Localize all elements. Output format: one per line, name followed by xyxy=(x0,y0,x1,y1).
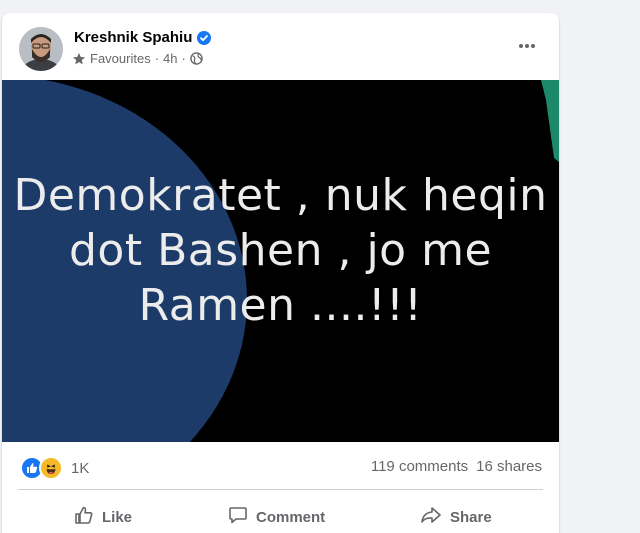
comments-count-link[interactable]: 119 comments xyxy=(371,458,468,475)
meta-separator: · xyxy=(154,51,160,66)
like-button[interactable]: Like xyxy=(74,499,132,533)
post-actions: Like Comment Share xyxy=(2,493,559,533)
post-card: Kreshnik Spahiu Favourites · 4h · Demokr… xyxy=(2,13,559,533)
comment-button[interactable]: Comment xyxy=(228,499,325,533)
post-meta: Favourites · 4h · xyxy=(72,51,203,66)
post-image-text: Demokratet , nuk heqin dot Bashen , jo m… xyxy=(2,168,559,333)
audience-label[interactable]: Favourites xyxy=(90,51,151,66)
reaction-count[interactable]: 1K xyxy=(71,460,89,477)
share-label: Share xyxy=(450,508,492,526)
verified-badge-icon xyxy=(197,30,212,45)
shares-count-link[interactable]: 16 shares xyxy=(476,458,542,475)
post-time-link[interactable]: 4h xyxy=(163,51,177,66)
more-options-button[interactable] xyxy=(515,33,539,57)
avatar[interactable] xyxy=(19,27,63,71)
image-text-line: Ramen ....!!! xyxy=(138,280,423,331)
actions-divider xyxy=(18,489,543,490)
author-name[interactable]: Kreshnik Spahiu xyxy=(74,29,192,46)
meta-separator: · xyxy=(181,51,186,66)
comment-icon xyxy=(228,505,248,529)
haha-reaction-icon xyxy=(39,456,63,480)
post-image[interactable]: Demokratet , nuk heqin dot Bashen , jo m… xyxy=(2,80,559,442)
reactions-summary[interactable]: 1K xyxy=(20,456,89,480)
like-label: Like xyxy=(102,508,133,526)
share-icon xyxy=(420,505,442,529)
share-button[interactable]: Share xyxy=(420,499,492,533)
image-text-line: Demokratet , nuk heqin xyxy=(13,170,548,221)
comment-label: Comment xyxy=(256,508,326,526)
engagement-counts: 119 comments 16 shares xyxy=(371,458,542,475)
author-name-link[interactable]: Kreshnik Spahiu xyxy=(74,29,212,46)
star-icon xyxy=(72,52,86,66)
post-stats: 1K 119 comments 16 shares xyxy=(2,442,559,490)
thumbs-up-icon xyxy=(74,505,94,529)
image-text-line: dot Bashen , jo me xyxy=(68,225,493,276)
globe-icon[interactable] xyxy=(190,52,203,65)
more-options-icon xyxy=(517,36,537,54)
post-header: Kreshnik Spahiu Favourites · 4h · xyxy=(2,13,559,79)
